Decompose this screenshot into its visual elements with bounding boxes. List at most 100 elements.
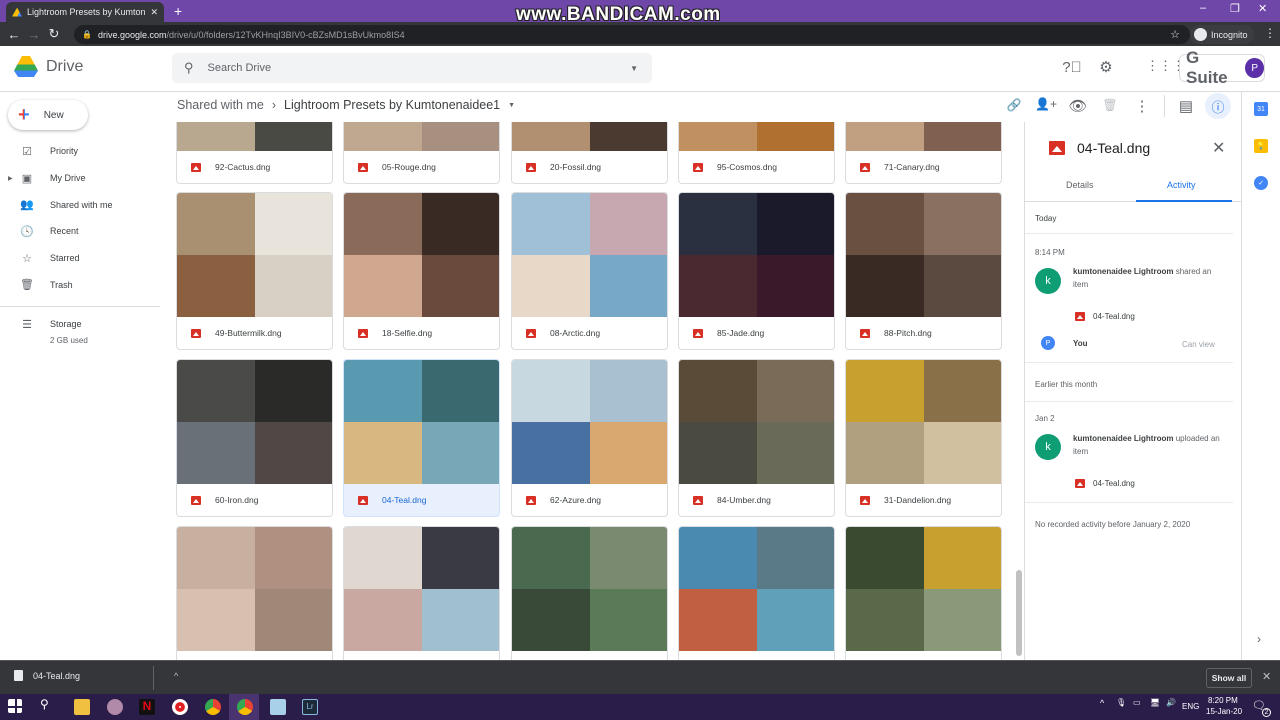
- search-input[interactable]: ⚲ Search Drive ▼: [172, 53, 652, 83]
- volume-icon[interactable]: 🔊: [1166, 698, 1176, 707]
- start-windows-icon[interactable]: [8, 699, 22, 713]
- url-bar[interactable]: 🔒 drive.google.com/drive/u/0/folders/12T…: [74, 25, 1190, 44]
- forward-icon[interactable]: →: [24, 27, 44, 42]
- file-card[interactable]: 92-Cactus.dng: [176, 122, 333, 184]
- file-card[interactable]: [845, 526, 1002, 660]
- download-options-chevron-icon[interactable]: ^: [174, 671, 178, 681]
- reload-icon[interactable]: ↻: [44, 26, 64, 42]
- folder-menu-chevron-icon[interactable]: ▼: [508, 102, 515, 109]
- drive-logo[interactable]: Drive: [14, 56, 83, 77]
- close-download-bar-icon[interactable]: ✕: [1262, 670, 1271, 683]
- settings-gear-icon[interactable]: ⚙: [1095, 58, 1117, 76]
- sidebar-item-starred[interactable]: ☆ Starred: [0, 245, 165, 272]
- remove-trash-icon[interactable]: 🗑: [1099, 98, 1121, 112]
- tray-overflow-icon[interactable]: ^: [1100, 698, 1104, 708]
- incognito-badge[interactable]: Incognito: [1190, 25, 1254, 44]
- maximize-button[interactable]: ❐: [1230, 2, 1240, 15]
- file-card[interactable]: [176, 526, 333, 660]
- lightroom-icon[interactable]: Lr: [302, 699, 318, 715]
- file-card[interactable]: 95-Cosmos.dng: [678, 122, 835, 184]
- chrome-incognito-icon[interactable]: [237, 699, 253, 715]
- chrome-icon[interactable]: [205, 699, 221, 715]
- sidebar-item-my-drive[interactable]: ▶ ▣ My Drive: [0, 165, 165, 192]
- preview-eye-icon[interactable]: 👁: [1067, 97, 1089, 115]
- clock-date[interactable]: 15-Jan-20: [1206, 707, 1242, 716]
- sidebar-item-storage[interactable]: ☰ Storage: [0, 315, 165, 333]
- file-card[interactable]: [511, 526, 668, 660]
- tab-close-icon[interactable]: ✕: [150, 7, 158, 18]
- browser-menu-icon[interactable]: ⋮: [1264, 26, 1276, 40]
- thumbnail-photo: [923, 422, 1001, 484]
- expand-arrow-icon[interactable]: ▶: [8, 175, 13, 182]
- file-thumbnail: [679, 527, 834, 651]
- tab-activity[interactable]: Activity: [1167, 180, 1196, 190]
- file-card[interactable]: 20-Fossil.dng: [511, 122, 668, 184]
- activity-file[interactable]: 04-Teal.dng: [1075, 312, 1135, 321]
- file-card[interactable]: 04-Teal.dng: [343, 359, 500, 517]
- sidebar-item-label: Priority: [50, 146, 79, 157]
- file-card[interactable]: 60-Iron.dng: [176, 359, 333, 517]
- file-card[interactable]: 31-Dandelion.dng: [845, 359, 1002, 517]
- battery-icon[interactable]: ▭: [1133, 698, 1141, 707]
- file-name-row: 18-Selfie.dng: [344, 317, 499, 349]
- back-icon[interactable]: ←: [4, 27, 24, 42]
- file-card[interactable]: 49-Buttermilk.dng: [176, 192, 333, 350]
- notification-count-badge: 2: [1262, 708, 1271, 717]
- browser-tab[interactable]: Lightroom Presets by Kumtonenaidee1 ✕: [6, 2, 164, 22]
- share-person-add-icon[interactable]: 👤+: [1035, 97, 1057, 111]
- sidebar-item-shared-with-me[interactable]: 👥 Shared with me: [0, 191, 165, 218]
- file-card[interactable]: 84-Umber.dng: [678, 359, 835, 517]
- calendar-icon[interactable]: 31: [1254, 102, 1268, 116]
- new-button[interactable]: + New: [8, 100, 88, 130]
- file-card[interactable]: 08-Arctic.dng: [511, 192, 668, 350]
- file-name-row: 20-Fossil.dng: [512, 151, 667, 183]
- more-actions-icon[interactable]: ⋮: [1131, 97, 1153, 115]
- sidebar-item-recent[interactable]: 🕓 Recent: [0, 218, 165, 245]
- help-icon[interactable]: ?⃝: [1061, 59, 1083, 76]
- file-card[interactable]: [343, 526, 500, 660]
- language-indicator[interactable]: ENG: [1182, 702, 1199, 711]
- file-name-row: [177, 651, 332, 660]
- snipping-tool-icon[interactable]: [107, 699, 123, 715]
- get-link-icon[interactable]: 🔗: [1003, 98, 1025, 112]
- clock-time[interactable]: 8:20 PM: [1208, 696, 1238, 705]
- apps-grid-icon[interactable]: ⋮⋮⋮: [1146, 58, 1185, 74]
- breadcrumb-current[interactable]: Lightroom Presets by Kumtonenaidee1: [284, 98, 500, 112]
- bookmark-star-icon[interactable]: ☆: [1170, 28, 1180, 41]
- file-card[interactable]: 71-Canary.dng: [845, 122, 1002, 184]
- new-tab-button[interactable]: +: [174, 3, 182, 19]
- grid-scrollbar[interactable]: [1016, 570, 1022, 656]
- bandicam-record-icon[interactable]: [172, 699, 188, 715]
- file-card[interactable]: 62-Azure.dng: [511, 359, 668, 517]
- file-card[interactable]: 18-Selfie.dng: [343, 192, 500, 350]
- list-view-icon[interactable]: ▤: [1175, 97, 1197, 115]
- minimize-button[interactable]: –: [1200, 2, 1206, 14]
- close-panel-icon[interactable]: ✕: [1212, 138, 1225, 158]
- gsuite-account-button[interactable]: G Suite P: [1179, 48, 1265, 87]
- tab-details[interactable]: Details: [1066, 180, 1094, 190]
- microphone-icon[interactable]: 🎙: [1116, 698, 1126, 707]
- file-card[interactable]: [678, 526, 835, 660]
- thumbnail-photo: [254, 122, 332, 151]
- sidebar-item-priority[interactable]: ☑ Priority: [0, 138, 165, 165]
- file-card[interactable]: 85-Jade.dng: [678, 192, 835, 350]
- file-name: 04-Teal.dng: [382, 495, 427, 505]
- tasks-icon[interactable]: ✓: [1254, 176, 1268, 190]
- file-explorer-icon[interactable]: [74, 699, 90, 715]
- network-icon[interactable]: 🖥: [1150, 698, 1160, 707]
- expand-rail-icon[interactable]: ›: [1257, 632, 1261, 646]
- sidebar-item-trash[interactable]: 🗑 Trash: [0, 271, 165, 298]
- keep-icon[interactable]: 💡: [1254, 139, 1268, 153]
- activity-file[interactable]: 04-Teal.dng: [1075, 479, 1135, 488]
- close-window-button[interactable]: ✕: [1258, 2, 1267, 15]
- search-options-icon[interactable]: ▼: [630, 64, 638, 73]
- search-taskbar-icon[interactable]: ⚲: [40, 697, 56, 713]
- file-card[interactable]: 88-Pitch.dng: [845, 192, 1002, 350]
- thumbnail-photo: [512, 193, 590, 255]
- netflix-icon[interactable]: N: [139, 699, 155, 715]
- notepad-icon[interactable]: [270, 699, 286, 715]
- breadcrumb-parent[interactable]: Shared with me: [177, 98, 264, 112]
- file-card[interactable]: 05-Rouge.dng: [343, 122, 500, 184]
- view-details-info-icon[interactable]: ⓘ: [1205, 93, 1231, 119]
- show-all-downloads-button[interactable]: Show all: [1206, 668, 1252, 688]
